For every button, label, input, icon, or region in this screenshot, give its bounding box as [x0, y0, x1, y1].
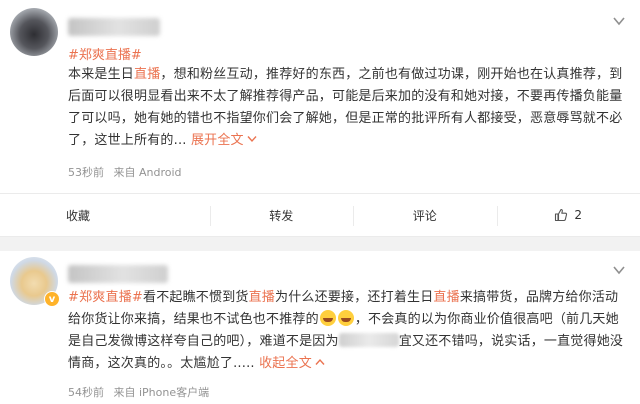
post-body-text: 本来是生日直播，想和粉丝互动，推荐好的东西，之前也有做过功课，刚开始也在认真推荐… — [68, 67, 623, 148]
laugh-cry-emoji-icon — [337, 310, 354, 326]
post-meta: 53秒前 来自 Android — [68, 164, 188, 180]
action-bar: 收藏 转发 评论 2 — [0, 193, 640, 237]
keyword-highlight[interactable]: 直播 — [134, 67, 160, 82]
post-divider — [0, 237, 640, 251]
keyword-highlight[interactable]: 直播 — [249, 290, 275, 305]
post-text: 为什么还要接，还打着生日 — [275, 290, 434, 305]
post-time: 53秒前 — [68, 166, 104, 179]
like-count: 2 — [574, 208, 583, 222]
comment-button[interactable]: 评论 — [353, 194, 497, 236]
post-text: 本来是生日 — [68, 67, 135, 82]
repost-button[interactable]: 转发 — [209, 194, 354, 236]
thumbs-up-icon — [555, 208, 568, 222]
topic-hashtag[interactable]: #郑爽直播# — [68, 290, 143, 305]
post-source: 来自 iPhone客户端 — [113, 386, 210, 399]
post-source: 来自 Android — [113, 166, 182, 179]
avatar-image — [10, 8, 58, 56]
repost-label: 转发 — [269, 208, 294, 223]
chevron-down-icon[interactable] — [247, 135, 257, 143]
post-time: 54秒前 — [68, 386, 104, 399]
chevron-up-icon[interactable] — [315, 358, 325, 366]
collect-button[interactable]: 收藏 — [0, 194, 210, 236]
keyword-highlight[interactable]: 直播 — [433, 290, 459, 305]
comment-label: 评论 — [412, 208, 437, 223]
redacted-text — [338, 333, 399, 347]
weibo-post-2: v #郑爽直播#看不起瞧不惯到货直播为什么还要接，还打着生日直播来搞带货，品牌方… — [0, 251, 640, 404]
collect-label: 收藏 — [66, 208, 91, 223]
post-body-text: #郑爽直播#看不起瞧不惯到货直播为什么还要接，还打着生日直播来搞带货，品牌方给你… — [68, 287, 630, 375]
username-redacted[interactable] — [68, 265, 168, 283]
verified-badge-icon: v — [44, 291, 60, 307]
post-meta: 54秒前 来自 iPhone客户端 — [68, 384, 215, 400]
username-redacted[interactable] — [68, 18, 160, 36]
post-text: 看不起瞧不惯到货 — [143, 290, 249, 305]
chevron-down-icon[interactable] — [612, 14, 626, 28]
user-avatar[interactable] — [10, 8, 58, 56]
topic-hashtag[interactable]: #郑爽直播# — [68, 44, 142, 63]
chevron-down-icon[interactable] — [612, 263, 626, 277]
weibo-post-1: #郑爽直播# 本来是生日直播，想和粉丝互动，推荐好的东西，之前也有做过功课，刚开… — [0, 0, 640, 193]
expand-full-text-link[interactable]: 展开全文 — [191, 133, 244, 148]
collapse-text-link[interactable]: 收起全文 — [259, 356, 312, 371]
like-button[interactable]: 2 — [496, 194, 640, 236]
user-avatar[interactable]: v — [10, 257, 60, 307]
laugh-cry-emoji-icon — [319, 310, 336, 326]
